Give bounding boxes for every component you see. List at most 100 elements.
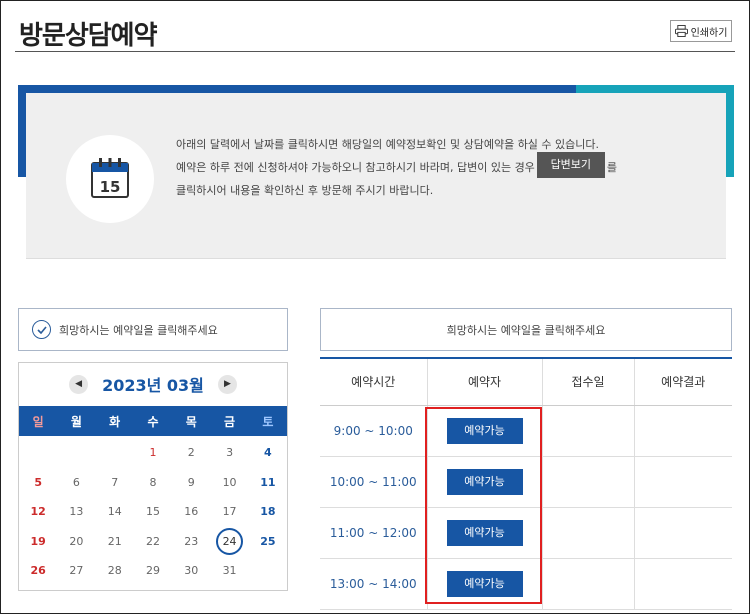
weekday-fri: 금 bbox=[224, 414, 236, 429]
calendar-icon: 15 bbox=[91, 158, 129, 198]
reservation-table: 예약시간 예약자 접수일 예약결과 9:00 ~ 10:00 예약가능 10:0… bbox=[320, 359, 732, 610]
info-top-bar-teal bbox=[576, 85, 734, 93]
calendar-day[interactable]: 14 bbox=[96, 497, 134, 527]
date-prompt-right-text: 희망하시는 예약일을 클릭해주세요 bbox=[446, 323, 606, 337]
calendar-day[interactable]: 26 bbox=[19, 556, 57, 586]
calendar-day[interactable]: 4 bbox=[249, 438, 287, 468]
info-side-bar-blue bbox=[18, 85, 26, 177]
time-cell: 10:00 ~ 11:00 bbox=[320, 456, 428, 508]
info-panel: 15 아래의 달력에서 날짜를 클릭하시면 해당일의 예약정보확인 및 상담예약… bbox=[26, 93, 726, 259]
reserver-cell: 예약가능 bbox=[427, 456, 543, 508]
calendar-day[interactable]: 7 bbox=[96, 468, 134, 498]
calendar-day[interactable]: 31 bbox=[210, 556, 248, 586]
calendar-day[interactable]: 29 bbox=[134, 556, 172, 586]
info-line-3: 클릭하시어 내용을 확인하신 후 방문해 주시기 바랍니다. bbox=[176, 184, 434, 197]
calendar-day[interactable]: 28 bbox=[96, 556, 134, 586]
calendar-day[interactable]: 15 bbox=[134, 497, 172, 527]
calendar-day[interactable]: 8 bbox=[134, 468, 172, 498]
reserver-cell: 예약가능 bbox=[427, 507, 543, 559]
result-cell bbox=[634, 558, 732, 610]
calendar-month-label: 2023년 03월 bbox=[102, 376, 204, 395]
info-line-2: 예약은 하루 전에 신청하셔야 가능하오니 참고하시기 바라며, 답변이 있는 … bbox=[176, 152, 721, 179]
print-button-label: 인쇄하기 bbox=[690, 27, 728, 39]
weekday-tue: 화 bbox=[109, 414, 121, 429]
info-side-bar-teal bbox=[726, 85, 734, 177]
info-top-bar-blue bbox=[18, 85, 576, 93]
reserve-available-button[interactable]: 예약가능 bbox=[446, 519, 523, 546]
calendar-empty-cell bbox=[249, 556, 287, 586]
calendar-day[interactable]: 25 bbox=[249, 527, 287, 557]
title-divider bbox=[15, 51, 735, 52]
weekday-thu: 목 bbox=[185, 414, 197, 429]
calendar-empty-cell bbox=[19, 438, 57, 468]
time-cell: 9:00 ~ 10:00 bbox=[320, 405, 428, 457]
calendar-day[interactable]: 22 bbox=[134, 527, 172, 557]
calendar-day[interactable]: 18 bbox=[249, 497, 287, 527]
received-cell bbox=[542, 558, 635, 610]
table-row: 13:00 ~ 14:00 예약가능 bbox=[320, 558, 732, 610]
print-button[interactable]: 인쇄하기 bbox=[670, 20, 732, 42]
calendar-day[interactable]: 16 bbox=[172, 497, 210, 527]
reserve-available-button[interactable]: 예약가능 bbox=[446, 417, 523, 444]
info-line-2-before: 예약은 하루 전에 신청하셔야 가능하오니 참고하시기 바라며, 답변이 있는 … bbox=[176, 161, 535, 174]
printer-icon bbox=[674, 25, 688, 37]
calendar-icon-badge: 15 bbox=[66, 135, 154, 223]
info-line-1: 아래의 달력에서 날짜를 클릭하시면 해당일의 예약정보확인 및 상담예약을 하… bbox=[176, 138, 600, 151]
date-prompt-left-text: 희망하시는 예약일을 클릭해주세요 bbox=[59, 323, 218, 337]
calendar-day-number: 24 bbox=[216, 527, 244, 555]
reserver-cell: 예약가능 bbox=[427, 558, 543, 610]
date-prompt-left: 희망하시는 예약일을 클릭해주세요 bbox=[18, 308, 288, 351]
reserve-available-button[interactable]: 예약가능 bbox=[446, 468, 523, 495]
calendar-day[interactable]: 2 bbox=[172, 438, 210, 468]
calendar-day[interactable]: 3 bbox=[210, 438, 248, 468]
received-cell bbox=[542, 405, 635, 457]
calendar-day[interactable]: 9 bbox=[172, 468, 210, 498]
calendar-day[interactable]: 6 bbox=[57, 468, 95, 498]
prev-month-icon[interactable]: ◀ bbox=[69, 374, 89, 394]
page-frame: 방문상담예약 인쇄하기 15 아래의 달력에서 날짜를 클릭하시면 해당일의 예… bbox=[0, 0, 750, 614]
calendar-day[interactable]: 27 bbox=[57, 556, 95, 586]
calendar-icon-day: 15 bbox=[100, 178, 121, 196]
view-answer-button[interactable]: 답변보기 bbox=[536, 152, 605, 178]
calendar-day[interactable]: 21 bbox=[96, 527, 134, 557]
result-cell bbox=[634, 405, 732, 457]
info-line-2-after: 를 bbox=[606, 161, 617, 174]
calendar-day[interactable]: 11 bbox=[249, 468, 287, 498]
info-text: 아래의 달력에서 날짜를 클릭하시면 해당일의 예약정보확인 및 상담예약을 하… bbox=[176, 133, 721, 202]
calendar-empty-cell bbox=[96, 438, 134, 468]
calendar-days: 1 2 3 4 5 6 7 8 9 10 11 12 13 14 15 16 17 18 19 20 21 22 23 24 2… bbox=[19, 438, 287, 586]
time-cell: 11:00 ~ 12:00 bbox=[320, 507, 428, 559]
header-result: 예약결과 bbox=[634, 359, 732, 406]
weekday-sun: 일 bbox=[32, 414, 44, 429]
weekday-wed: 수 bbox=[147, 414, 159, 429]
date-prompt-right: 희망하시는 예약일을 클릭해주세요 bbox=[320, 308, 732, 351]
result-cell bbox=[634, 456, 732, 508]
table-row: 11:00 ~ 12:00 예약가능 bbox=[320, 507, 732, 559]
table-row: 10:00 ~ 11:00 예약가능 bbox=[320, 456, 732, 508]
received-cell bbox=[542, 507, 635, 559]
header-reserver: 예약자 bbox=[427, 359, 543, 406]
weekday-sat: 토 bbox=[262, 414, 274, 429]
table-row: 9:00 ~ 10:00 예약가능 bbox=[320, 405, 732, 457]
time-cell: 13:00 ~ 14:00 bbox=[320, 558, 428, 610]
calendar-day[interactable]: 20 bbox=[57, 527, 95, 557]
reserve-available-button[interactable]: 예약가능 bbox=[446, 570, 523, 597]
calendar-day[interactable]: 30 bbox=[172, 556, 210, 586]
result-cell bbox=[634, 507, 732, 559]
calendar-day[interactable]: 5 bbox=[19, 468, 57, 498]
calendar-day[interactable]: 13 bbox=[57, 497, 95, 527]
calendar-day[interactable]: 12 bbox=[19, 497, 57, 527]
calendar-day[interactable]: 10 bbox=[210, 468, 248, 498]
received-cell bbox=[542, 456, 635, 508]
next-month-icon[interactable]: ▶ bbox=[217, 374, 237, 394]
calendar-header: ◀ 2023년 03월 ▶ bbox=[19, 363, 287, 405]
calendar-empty-cell bbox=[57, 438, 95, 468]
weekday-mon: 월 bbox=[70, 414, 82, 429]
calendar-day[interactable]: 19 bbox=[19, 527, 57, 557]
calendar-day[interactable]: 17 bbox=[210, 497, 248, 527]
calendar-day[interactable]: 1 bbox=[134, 438, 172, 468]
calendar-day-selected[interactable]: 24 bbox=[210, 527, 248, 557]
page-title: 방문상담예약 bbox=[19, 21, 158, 51]
check-circle-icon bbox=[32, 320, 51, 339]
calendar-day[interactable]: 23 bbox=[172, 527, 210, 557]
